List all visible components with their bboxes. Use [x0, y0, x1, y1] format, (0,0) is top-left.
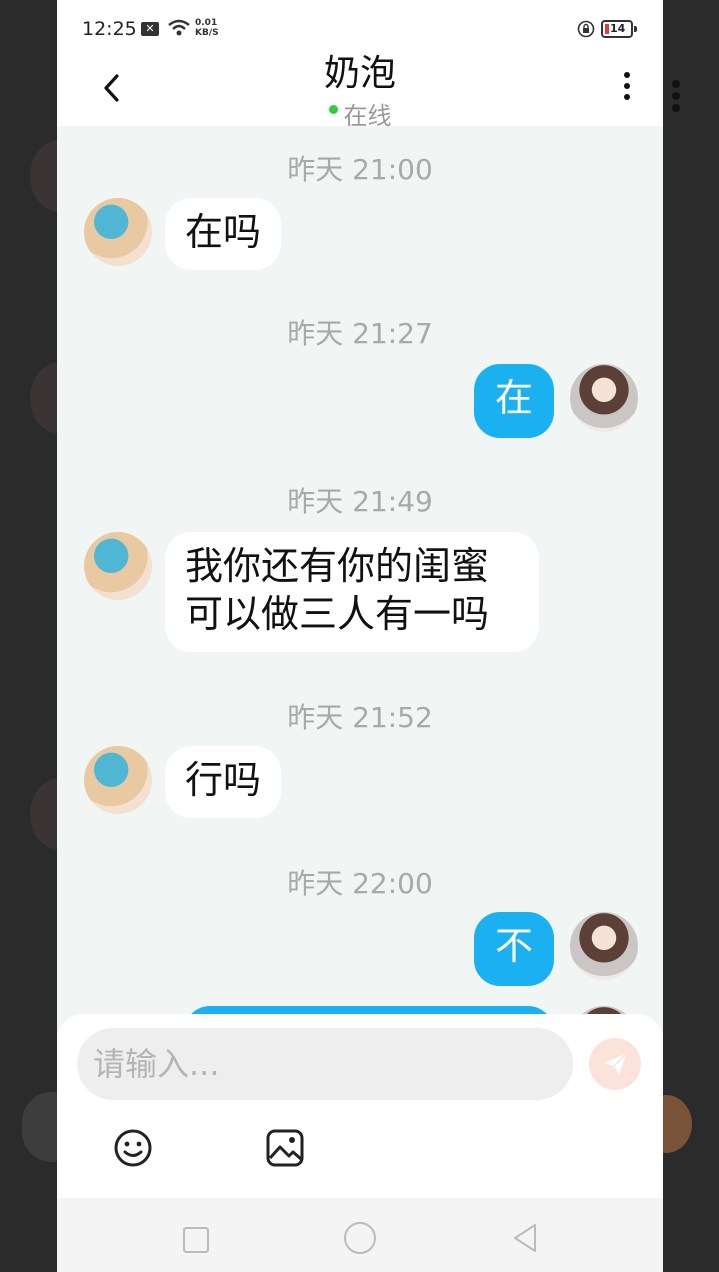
send-icon: [604, 1053, 627, 1075]
wifi-icon: [168, 19, 190, 36]
message-bubble-incoming[interactable]: 我你还有你的闺蜜 可以做三人有一吗: [165, 532, 539, 652]
notification-icon: ✕: [141, 22, 159, 36]
message-composer: [57, 1014, 663, 1198]
chat-header: 奶泡 在线: [57, 53, 663, 130]
nav-back-icon[interactable]: [511, 1222, 539, 1254]
system-nav-bar: [57, 1198, 663, 1272]
more-options-icon[interactable]: [620, 72, 634, 110]
message-timestamp: 昨天 21:00: [287, 153, 433, 186]
battery-icon: 14: [601, 20, 637, 38]
contact-avatar[interactable]: [84, 532, 152, 600]
message-timestamp: 昨天 21:49: [287, 485, 433, 518]
contact-name: 奶泡: [323, 53, 396, 94]
message-bubble-outgoing[interactable]: 在: [474, 364, 554, 438]
message-timestamp: 昨天 21:52: [287, 701, 433, 734]
message-timestamp: 昨天 22:00: [287, 867, 433, 900]
contact-avatar[interactable]: [84, 198, 152, 266]
message-bubble-outgoing[interactable]: 不: [474, 912, 554, 986]
message-timestamp: 昨天 21:27: [287, 317, 433, 350]
message-bubble-incoming[interactable]: 在吗: [165, 198, 282, 270]
image-icon[interactable]: [265, 1128, 305, 1168]
battery-level: 14: [610, 22, 626, 35]
home-icon[interactable]: [344, 1222, 376, 1254]
background-more-icon: [670, 80, 682, 120]
recent-apps-icon[interactable]: [183, 1227, 209, 1253]
rotation-lock-icon: [577, 20, 595, 38]
message-list[interactable]: 昨天 21:00 在吗 昨天 21:27 在 昨天 21:49 我你还有你的闺蜜…: [57, 126, 663, 1074]
contact-avatar[interactable]: [84, 746, 152, 814]
send-button[interactable]: [589, 1038, 641, 1090]
network-speed: 0.01 KB/S: [195, 18, 219, 38]
message-input[interactable]: [77, 1028, 573, 1100]
network-speed-unit: KB/S: [195, 28, 219, 38]
emoji-icon[interactable]: [113, 1128, 153, 1168]
status-time: 12:25: [82, 18, 137, 40]
my-avatar[interactable]: [570, 912, 638, 980]
chat-window: 12:25 ✕ 0.01 KB/S 14 奶泡 在线 昨天 21:00 在吗 昨…: [57, 0, 663, 1272]
network-speed-value: 0.01: [195, 18, 218, 28]
my-avatar[interactable]: [570, 364, 638, 432]
message-bubble-incoming[interactable]: 行吗: [165, 746, 282, 818]
online-dot-icon: [328, 104, 338, 114]
